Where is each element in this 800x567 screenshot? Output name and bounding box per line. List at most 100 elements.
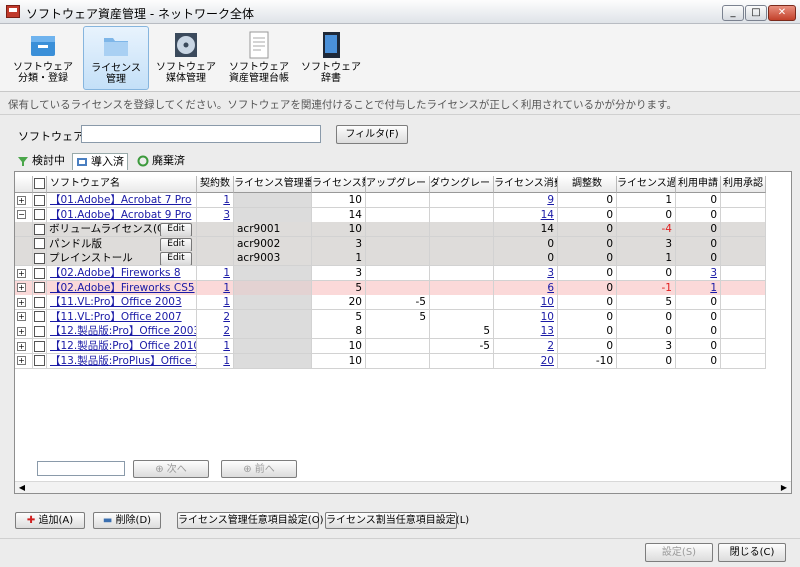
row-checkbox[interactable]	[34, 209, 45, 221]
table-row[interactable]: + 【11.VL:Pro】Office 2007 2 5 5 10 0 0 0	[15, 309, 791, 325]
consumed-value[interactable]: 14	[541, 209, 554, 221]
edit-button[interactable]: Edit	[160, 237, 192, 251]
horizontal-scrollbar[interactable]: ◀ ▶	[15, 481, 791, 493]
table-row[interactable]: プレインストール Edit acr9003 1 0 0 1 0	[15, 251, 791, 267]
add-button[interactable]: ✚ 追加(A)	[15, 512, 85, 529]
column-header[interactable]: ライセンス消費数	[494, 176, 558, 193]
consumed-value[interactable]: 2	[547, 340, 554, 352]
row-checkbox[interactable]	[34, 238, 45, 250]
column-header[interactable]: 調整数	[558, 176, 617, 193]
apply-value[interactable]: 1	[710, 282, 717, 294]
software-name[interactable]: 【12.製品版:Pro】Office 2010	[50, 340, 196, 352]
consumed-value[interactable]: 3	[547, 267, 554, 279]
contract-value[interactable]: 3	[223, 209, 230, 221]
scroll-left-icon[interactable]: ◀	[16, 482, 28, 493]
column-header[interactable]: ライセンス過不足	[617, 176, 676, 193]
expand-toggle-icon[interactable]: +	[17, 283, 26, 293]
contract-value[interactable]: 1	[223, 355, 230, 367]
column-header[interactable]: ソフトウェア名	[47, 176, 197, 193]
column-header[interactable]: ダウングレード…	[430, 176, 494, 193]
consumed-value[interactable]: 13	[541, 325, 554, 337]
expand-toggle-icon[interactable]: +	[17, 356, 26, 366]
contract-value[interactable]: 1	[223, 194, 230, 206]
consumed-value[interactable]: 10	[541, 311, 554, 323]
software-name-input[interactable]	[81, 125, 321, 143]
license-custom-fields-button[interactable]: ライセンス管理任意項目設定(O)	[177, 512, 323, 529]
ribbon-dictionary[interactable]: ソフトウェア 辞書	[298, 26, 364, 90]
table-row[interactable]: + 【12.製品版:Pro】Office 2010 1 10 -5 2 0 3 0	[15, 339, 791, 354]
close-window-button[interactable]: ✕	[768, 5, 796, 21]
table-row[interactable]: + 【13.製品版:ProPlus】Office 2010 1 10 20 -10 0 0	[15, 353, 791, 369]
row-checkbox[interactable]	[34, 282, 45, 294]
apply-value[interactable]: 3	[710, 267, 717, 279]
consumed-value[interactable]: 6	[547, 282, 554, 294]
column-header[interactable]: 利用承認	[721, 176, 766, 193]
row-checkbox[interactable]	[34, 340, 45, 352]
table-row[interactable]: + 【11.VL:Pro】Office 2003 1 20 -5 10 0 5 0	[15, 295, 791, 311]
edit-button[interactable]: Edit	[160, 223, 192, 237]
scroll-right-icon[interactable]: ▶	[778, 482, 790, 493]
software-name[interactable]: 【02.Adobe】Fireworks 8	[50, 267, 181, 279]
contract-value[interactable]: 2	[223, 311, 230, 323]
row-checkbox[interactable]	[34, 355, 45, 367]
column-header[interactable]: 契約数	[197, 176, 234, 193]
ribbon-asset-ledger[interactable]: ソフトウェア 資産管理台帳	[226, 26, 292, 90]
ribbon-media-manage[interactable]: ソフトウェア 媒体管理	[153, 26, 219, 90]
table-row[interactable]: + 【12.製品版:Pro】Office 2003 2 8 5 13 0 0 0	[15, 324, 791, 340]
consumed-value[interactable]: 10	[541, 296, 554, 308]
edit-button[interactable]: Edit	[160, 252, 192, 266]
prev-page-button[interactable]: ⊕ 前へ	[221, 460, 297, 478]
maximize-button[interactable]: □	[745, 5, 767, 21]
table-row[interactable]: + 【01.Adobe】Acrobat 7 Pro 1 10 9 0 1 0	[15, 193, 791, 208]
tab-under-review[interactable]: 検討中	[14, 153, 66, 170]
table-row[interactable]: + 【02.Adobe】Fireworks CS5 1 5 6 0 -1 1	[15, 280, 791, 296]
row-checkbox[interactable]	[34, 223, 45, 235]
contract-value[interactable]: 1	[223, 282, 230, 294]
ribbon-license-manage[interactable]: ライセンス 管理	[83, 26, 149, 90]
contract-value[interactable]: 1	[223, 340, 230, 352]
ribbon-software-classify[interactable]: ソフトウェア 分類・登録	[10, 26, 76, 90]
row-checkbox[interactable]	[34, 252, 45, 264]
next-page-button[interactable]: ⊕ 次へ	[133, 460, 209, 478]
contract-value[interactable]: 1	[223, 267, 230, 279]
column-header[interactable]: 利用申請	[676, 176, 721, 193]
filter-button[interactable]: フィルタ(F)	[336, 125, 408, 144]
software-name[interactable]: 【11.VL:Pro】Office 2003	[50, 296, 182, 308]
select-all-checkbox[interactable]	[34, 177, 45, 189]
assignment-custom-fields-button[interactable]: ライセンス割当任意項目設定(L)	[325, 512, 469, 529]
expand-toggle-icon[interactable]: +	[17, 297, 26, 307]
page-input[interactable]	[37, 461, 125, 476]
tab-installed[interactable]: 導入済	[72, 153, 128, 170]
expand-toggle-icon[interactable]: +	[17, 326, 26, 336]
software-name[interactable]: 【02.Adobe】Fireworks CS5	[50, 282, 195, 294]
expand-toggle-icon[interactable]: +	[17, 341, 26, 351]
consumed-value[interactable]: 20	[541, 355, 554, 367]
row-checkbox[interactable]	[34, 194, 45, 206]
table-row[interactable]: + 【02.Adobe】Fireworks 8 1 3 3 0 0 3	[15, 266, 791, 281]
column-header[interactable]: ライセンス数量	[312, 176, 366, 193]
contract-value[interactable]: 2	[223, 325, 230, 337]
row-checkbox[interactable]	[34, 296, 45, 308]
software-name[interactable]: 【01.Adobe】Acrobat 7 Pro	[50, 194, 191, 206]
software-name[interactable]: 【01.Adobe】Acrobat 9 Pro	[50, 209, 191, 221]
expand-toggle-icon[interactable]: −	[17, 210, 26, 220]
table-row[interactable]: − 【01.Adobe】Acrobat 9 Pro 3 14 14 0 0 0	[15, 207, 791, 223]
consumed-value[interactable]: 9	[547, 194, 554, 206]
table-row[interactable]: ボリュームライセンス(CLP) Edit acr9001 10 14 0 -4 0	[15, 222, 791, 238]
expand-toggle-icon[interactable]: +	[17, 195, 26, 205]
tab-discarded[interactable]: 廃棄済	[134, 153, 190, 170]
contract-value[interactable]: 1	[223, 296, 230, 308]
software-name[interactable]: 【11.VL:Pro】Office 2007	[50, 311, 182, 323]
minimize-button[interactable]: _	[722, 5, 744, 21]
software-name[interactable]: 【13.製品版:ProPlus】Office 2010	[50, 355, 196, 367]
table-row[interactable]: パンドル版 Edit acr9002 3 0 0 3 0	[15, 236, 791, 252]
expand-toggle-icon[interactable]: +	[17, 312, 26, 322]
row-checkbox[interactable]	[34, 267, 45, 279]
row-checkbox[interactable]	[34, 325, 45, 337]
expand-toggle-icon[interactable]: +	[17, 268, 26, 278]
close-button[interactable]: 閉じる(C)	[718, 543, 786, 562]
column-header[interactable]: アップグレード…	[366, 176, 430, 193]
settings-button[interactable]: 設定(S)	[645, 543, 713, 562]
delete-button[interactable]: ▬ 削除(D)	[93, 512, 161, 529]
software-name[interactable]: 【12.製品版:Pro】Office 2003	[50, 325, 196, 337]
